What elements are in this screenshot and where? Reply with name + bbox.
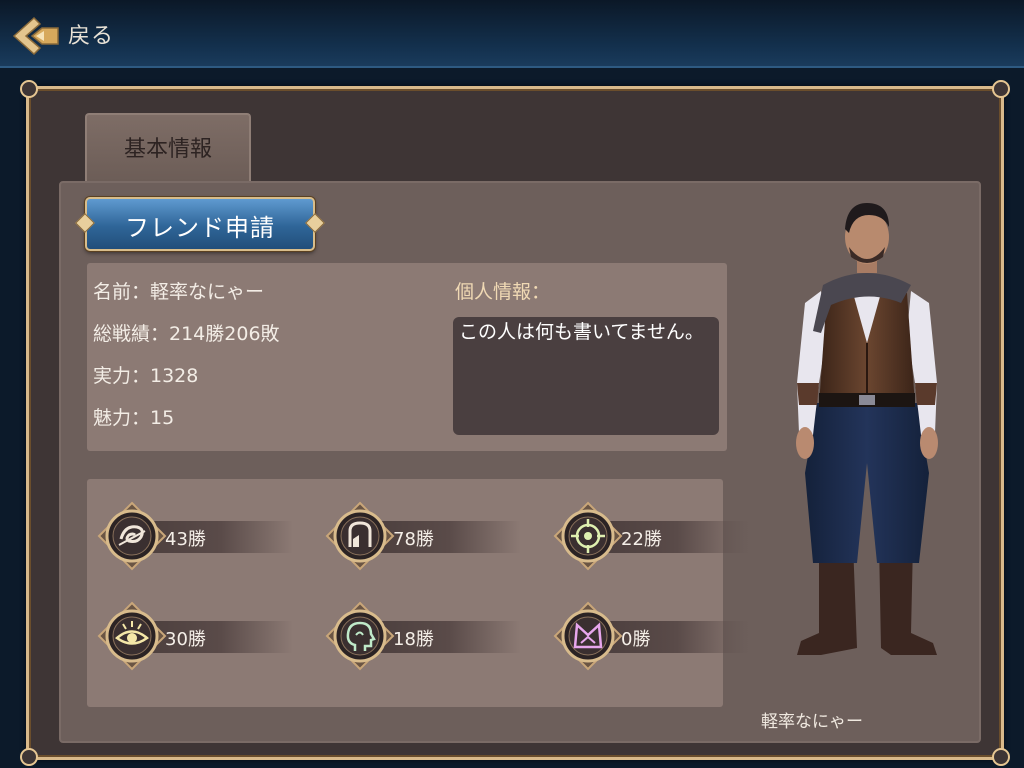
- stat-item: 30勝: [97, 601, 297, 671]
- stat-wins: 0勝: [621, 629, 651, 650]
- stat-wins: 30勝: [165, 629, 206, 650]
- eye-rune-icon: [97, 601, 167, 671]
- back-arrow-icon: [12, 16, 59, 56]
- profile-panel: 基本情報 フレンド申請 名前：軽率なにゃー 総戦績：214勝206敗 実力：13…: [20, 80, 1010, 766]
- personal-info-label: 個人情報：: [455, 281, 551, 303]
- friend-request-button[interactable]: フレンド申請: [75, 197, 325, 251]
- player-name: 名前：軽率なにゃー: [93, 281, 265, 303]
- stat-wins: 78勝: [393, 529, 434, 550]
- charm-value: 魅力：15: [93, 407, 175, 429]
- stat-wins: 22勝: [621, 529, 662, 550]
- crosshair-rune-icon: [553, 501, 623, 571]
- stat-item: 18勝: [325, 601, 525, 671]
- hand-rune-icon: [325, 501, 395, 571]
- top-bar: 戻る: [0, 0, 1024, 68]
- battle-record: 総戦績：214勝206敗: [93, 323, 280, 345]
- basic-info-box: 名前：軽率なにゃー 総戦績：214勝206敗 実力：1328 魅力：15 個人情…: [87, 263, 727, 451]
- power-value: 実力：1328: [93, 365, 199, 387]
- win-stats-box: 43勝 78勝 22勝 30勝 18勝 0勝: [87, 479, 749, 707]
- bio-text: この人は何も書いてません。: [453, 317, 719, 435]
- frame-ornament: [992, 748, 1010, 766]
- stat-item: 22勝: [553, 501, 753, 571]
- tab-label: 基本情報: [123, 137, 212, 162]
- stat-item: 78勝: [325, 501, 525, 571]
- back-label: 戻る: [68, 24, 115, 49]
- frame-ornament: [20, 80, 38, 98]
- swirl-rune-icon: [97, 501, 167, 571]
- back-button[interactable]: 戻る: [10, 12, 130, 56]
- character-name: 軽率なにゃー: [761, 712, 863, 732]
- stat-item: 0勝: [553, 601, 753, 671]
- character-model: [796, 203, 938, 655]
- stat-wins: 43勝: [165, 529, 206, 550]
- crown-rune-icon: [553, 601, 623, 671]
- head-rune-icon: [325, 601, 395, 671]
- frame-ornament: [20, 748, 38, 766]
- stat-wins: 18勝: [393, 629, 434, 650]
- frame-ornament: [992, 80, 1010, 98]
- friend-request-label: フレンド申請: [125, 214, 275, 242]
- profile-content: フレンド申請 名前：軽率なにゃー 総戦績：214勝206敗 実力：1328 魅力…: [59, 181, 981, 743]
- stat-item: 43勝: [97, 501, 297, 571]
- tab-basic-info[interactable]: 基本情報: [85, 113, 251, 185]
